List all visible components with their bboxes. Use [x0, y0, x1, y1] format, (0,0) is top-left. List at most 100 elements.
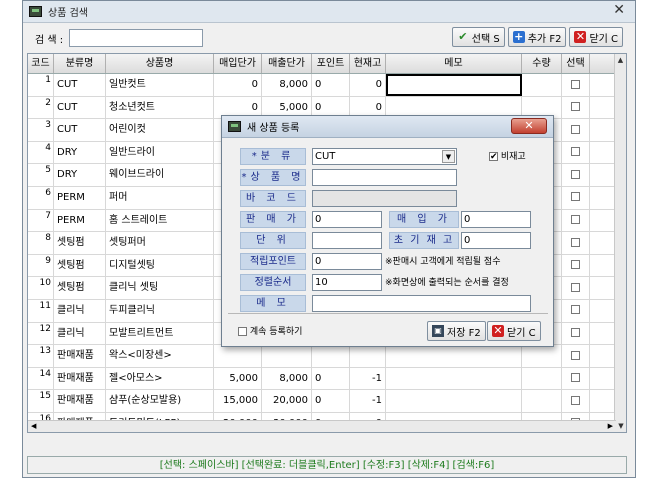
scroll-right-icon[interactable]: ▶ [608, 422, 613, 430]
row-checkbox[interactable] [571, 79, 580, 89]
row-checkbox[interactable] [571, 102, 580, 112]
chevron-down-icon[interactable]: ▼ [442, 150, 455, 163]
row-checkbox[interactable] [571, 305, 580, 315]
name-field[interactable] [312, 169, 457, 186]
barcode-field[interactable] [312, 190, 457, 207]
category-cell: 판매재품 [54, 367, 106, 390]
row-code: 3 [45, 120, 51, 131]
add-button[interactable]: + 추가 F2 [507, 27, 567, 47]
dialog-close-icon[interactable]: ✕ [511, 118, 547, 134]
non-stock-checkbox[interactable]: ✔ [489, 152, 498, 162]
category-select[interactable]: CUT ▼ [312, 148, 457, 165]
memo-cell[interactable] [386, 74, 522, 96]
horizontal-scrollbar[interactable]: ◀ ▶ [28, 420, 616, 432]
dialog-save-button[interactable]: ▣ 저장 F2 [427, 321, 486, 341]
row-checkbox[interactable] [571, 350, 580, 360]
memo-cell[interactable] [386, 345, 522, 367]
buy-price-field[interactable]: 0 [461, 211, 531, 228]
memo-cell[interactable] [386, 390, 522, 412]
row-checkbox[interactable] [571, 124, 580, 134]
col-header-sell-price[interactable]: 매출단가 [262, 54, 312, 73]
memo-cell[interactable] [386, 367, 522, 390]
scroll-down-icon[interactable]: ▼ [615, 420, 626, 432]
select-cell[interactable] [562, 232, 590, 254]
col-header-stock[interactable]: 현재고 [350, 54, 386, 73]
stock-cell [350, 345, 386, 367]
select-cell[interactable] [562, 141, 590, 164]
select-cell[interactable] [562, 209, 590, 232]
select-cell[interactable] [562, 322, 590, 345]
code-cell: 13 [28, 345, 54, 367]
search-bar: 검 색 : ✔ 선택 S + 추가 F2 ✕ 닫기 C [29, 27, 629, 49]
category-cell: 클리닉 [54, 322, 106, 345]
row-checkbox[interactable] [571, 237, 580, 247]
row-checkbox[interactable] [571, 215, 580, 225]
select-cell[interactable] [562, 299, 590, 322]
points-field[interactable]: 0 [312, 253, 382, 270]
qty-cell[interactable] [522, 74, 562, 96]
row-checkbox[interactable] [571, 328, 580, 338]
window-close-icon[interactable]: ✕ [613, 2, 625, 18]
initial-stock-field[interactable]: 0 [461, 232, 531, 249]
close-button[interactable]: ✕ 닫기 C [569, 27, 623, 47]
name-cell: 퍼머 [106, 186, 214, 209]
order-field[interactable]: 10 [312, 274, 382, 291]
select-cell[interactable] [562, 367, 590, 390]
unit-field[interactable] [312, 232, 382, 249]
name-cell: 홈 스트레이트 [106, 209, 214, 232]
search-input[interactable] [69, 29, 203, 47]
code-cell: 4 [28, 141, 54, 164]
select-cell[interactable] [562, 119, 590, 141]
plus-icon: + [512, 30, 525, 43]
col-header-buy-price[interactable]: 매입단가 [214, 54, 262, 73]
select-cell[interactable] [562, 390, 590, 412]
select-cell[interactable] [562, 345, 590, 367]
sell-price-field[interactable]: 0 [312, 211, 382, 228]
col-header-qty[interactable]: 수량 [522, 54, 562, 73]
row-checkbox[interactable] [571, 373, 580, 383]
row-checkbox[interactable] [571, 395, 580, 405]
col-header-memo[interactable]: 메모 [386, 54, 522, 73]
row-checkbox[interactable] [571, 169, 580, 179]
continue-checkbox[interactable] [238, 327, 247, 336]
sell-price-cell [262, 345, 312, 367]
select-cell[interactable] [562, 186, 590, 209]
table-row[interactable]: 15 판매재품 샴푸(순상모발용) 15,000 20,000 0 -1 [28, 390, 626, 413]
vertical-scrollbar[interactable]: ▲ ▼ [614, 54, 626, 432]
col-header-category[interactable]: 분류명 [54, 54, 106, 73]
select-cell[interactable] [562, 277, 590, 299]
select-cell[interactable] [562, 254, 590, 277]
row-checkbox[interactable] [571, 147, 580, 157]
scroll-left-icon[interactable]: ◀ [31, 422, 36, 430]
table-row[interactable]: 14 판매재품 젤<아모스> 5,000 8,000 0 -1 [28, 367, 626, 391]
qty-cell[interactable] [522, 345, 562, 367]
col-header-code[interactable]: 코드 [28, 54, 54, 73]
points-cell: 0 [312, 367, 350, 390]
qty-cell[interactable] [522, 390, 562, 412]
dialog-close-button[interactable]: ✕ 닫기 C [487, 321, 541, 341]
select-cell[interactable] [562, 164, 590, 186]
stock-cell: -1 [350, 367, 386, 390]
select-cell[interactable] [562, 74, 590, 96]
row-checkbox[interactable] [571, 282, 580, 292]
col-header-points[interactable]: 포인트 [312, 54, 350, 73]
non-stock-option[interactable]: ✔ 비재고 [489, 151, 526, 163]
qty-cell[interactable] [522, 367, 562, 390]
memo-field[interactable] [312, 295, 531, 312]
row-checkbox[interactable] [571, 192, 580, 202]
category-cell: CUT [54, 74, 106, 96]
scroll-up-icon[interactable]: ▲ [615, 54, 626, 66]
row-checkbox[interactable] [571, 260, 580, 270]
continue-option[interactable]: 계속 등록하기 [238, 326, 302, 338]
table-row[interactable]: 1 CUT 일반컷트 0 8,000 0 0 [28, 74, 626, 97]
status-bar: [선택: 스페이스바] [선택완료: 더블클릭,Enter] [수정:F3] [… [27, 456, 627, 474]
app-icon [29, 6, 42, 17]
category-label: *분 류 [240, 148, 306, 165]
col-header-name[interactable]: 상품명 [106, 54, 214, 73]
select-cell[interactable] [562, 96, 590, 119]
col-header-select[interactable]: 선택 [562, 54, 590, 73]
buy-price-label: 매 입 가 [389, 211, 459, 228]
select-button[interactable]: ✔ 선택 S [451, 27, 505, 47]
sell-price-cell: 20,000 [262, 390, 312, 412]
table-row[interactable]: 13 판매재품 왁스<미장센> [28, 345, 626, 368]
